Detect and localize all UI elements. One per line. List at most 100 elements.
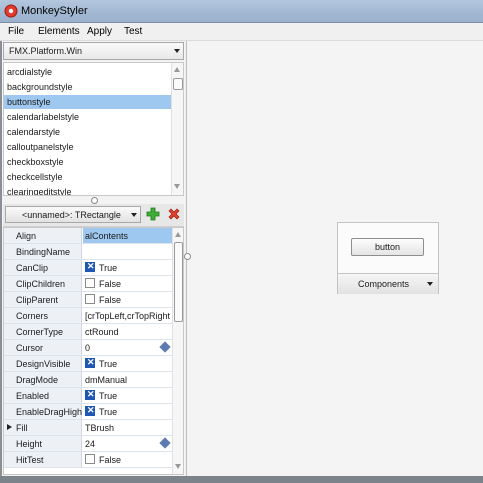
property-value[interactable]: 0 xyxy=(85,343,90,353)
menu-bar: File Elements Apply Test xyxy=(0,23,483,41)
components-dropdown-label: Components xyxy=(358,279,410,289)
style-list-scrollbar[interactable] xyxy=(171,63,183,195)
menu-elements[interactable]: Elements xyxy=(38,26,80,37)
scrollbar-thumb[interactable] xyxy=(173,78,183,90)
property-value[interactable]: ctRound xyxy=(85,327,119,337)
property-value: True xyxy=(99,359,118,369)
scroll-down-icon[interactable] xyxy=(174,184,180,189)
expand-arrow-icon[interactable] xyxy=(7,424,12,430)
property-row-cursor[interactable]: Cursor 0 xyxy=(4,340,172,356)
list-item-label: checkboxstyle xyxy=(7,157,64,167)
list-item[interactable]: checkcellstyle xyxy=(4,170,171,184)
list-item[interactable]: arcdialstyle xyxy=(4,65,171,79)
list-item[interactable]: clearingeditstyle xyxy=(4,185,171,195)
list-item[interactable]: calendarlabelstyle xyxy=(4,110,171,124)
style-list[interactable]: arcdialstyle backgroundstyle buttonstyle… xyxy=(3,62,184,196)
object-toolbar: <unnamed>: TRectangle xyxy=(3,204,184,227)
checkbox-checked[interactable] xyxy=(85,357,95,368)
splitter-handle[interactable] xyxy=(184,253,191,260)
property-row-designvisible[interactable]: DesignVisible True xyxy=(4,356,172,372)
platform-select-value: FMX.Platform.Win xyxy=(9,46,83,56)
property-row-dragmode[interactable]: DragMode dmManual xyxy=(4,372,172,388)
value-stepper-icon[interactable] xyxy=(159,437,171,449)
property-name: EnableDragHigh xyxy=(16,407,83,417)
property-value: True xyxy=(99,407,118,417)
property-value: False xyxy=(99,279,122,289)
object-select[interactable]: <unnamed>: TRectangle xyxy=(5,206,141,223)
chevron-down-icon xyxy=(174,49,180,53)
property-value[interactable]: TBrush xyxy=(85,423,114,433)
property-name: Align xyxy=(16,231,37,241)
property-row-canclip[interactable]: CanClip True xyxy=(4,260,172,276)
property-row-corners[interactable]: Corners [crTopLeft,crTopRight xyxy=(4,308,172,324)
checkbox-unchecked[interactable] xyxy=(85,454,95,464)
scroll-down-icon[interactable] xyxy=(175,464,181,469)
list-item-label: checkcellstyle xyxy=(7,172,63,182)
preview-button[interactable]: button xyxy=(351,238,424,256)
property-value: True xyxy=(99,391,118,401)
scroll-up-icon[interactable] xyxy=(174,67,180,72)
property-name: CornerType xyxy=(16,327,64,337)
property-inspector: Align alContents BindingName CanClip Tru… xyxy=(3,227,184,475)
components-dropdown[interactable]: Components xyxy=(338,273,438,294)
checkbox-checked[interactable] xyxy=(85,261,95,272)
property-value: True xyxy=(99,263,118,273)
menu-file[interactable]: File xyxy=(8,26,24,37)
property-value: False xyxy=(99,455,122,465)
checkbox-checked[interactable] xyxy=(85,405,95,416)
property-row-cornertype[interactable]: CornerType ctRound xyxy=(4,324,172,340)
property-row-fill[interactable]: Fill TBrush xyxy=(4,420,172,436)
chevron-down-icon xyxy=(131,213,137,217)
property-name: HitTest xyxy=(16,455,44,465)
property-row-height[interactable]: Height 24 xyxy=(4,436,172,452)
property-row-clipchildren[interactable]: ClipChildren False xyxy=(4,276,172,292)
list-item-label: calendarstyle xyxy=(7,127,61,137)
list-item-label: calendarlabelstyle xyxy=(7,112,80,122)
checkbox-unchecked[interactable] xyxy=(85,294,95,304)
delete-icon[interactable] xyxy=(167,207,181,221)
add-icon[interactable] xyxy=(146,207,160,221)
property-value[interactable]: [crTopLeft,crTopRight xyxy=(85,311,170,321)
object-select-value: <unnamed>: TRectangle xyxy=(22,210,121,220)
scroll-up-icon[interactable] xyxy=(175,232,181,237)
inspector-scrollbar[interactable] xyxy=(172,228,183,474)
checkbox-unchecked[interactable] xyxy=(85,278,95,288)
property-value[interactable]: 24 xyxy=(85,439,95,449)
property-row-align[interactable]: Align alContents xyxy=(4,228,172,244)
list-item[interactable]: calloutpanelstyle xyxy=(4,140,171,154)
menu-test[interactable]: Test xyxy=(124,26,142,37)
list-item-selected[interactable]: buttonstyle xyxy=(4,95,171,109)
checkbox-checked[interactable] xyxy=(85,389,95,400)
list-item[interactable]: backgroundstyle xyxy=(4,80,171,94)
splitter-handle[interactable] xyxy=(91,197,98,204)
property-value[interactable]: alContents xyxy=(85,231,128,241)
menu-apply[interactable]: Apply xyxy=(87,26,112,37)
chevron-down-icon xyxy=(427,282,433,286)
scrollbar-thumb[interactable] xyxy=(174,242,183,322)
property-name: DesignVisible xyxy=(16,359,71,369)
platform-select[interactable]: FMX.Platform.Win xyxy=(3,42,184,60)
property-name: Enabled xyxy=(16,391,50,401)
list-item-label: calloutpanelstyle xyxy=(7,142,74,152)
property-row-clipparent[interactable]: ClipParent False xyxy=(4,292,172,308)
value-stepper-icon[interactable] xyxy=(159,341,171,353)
property-row-enabledraghighlight[interactable]: EnableDragHigh True xyxy=(4,404,172,420)
property-name: ClipParent xyxy=(16,295,59,305)
style-preview-panel: button Components xyxy=(337,222,439,294)
title-bar: MonkeyStyler xyxy=(0,0,483,23)
property-value[interactable]: dmManual xyxy=(85,375,127,385)
property-row-bindingname[interactable]: BindingName xyxy=(4,244,172,260)
window-title: MonkeyStyler xyxy=(21,5,88,17)
list-item[interactable]: calendarstyle xyxy=(4,125,171,139)
property-name: CanClip xyxy=(16,263,49,273)
property-name: Cursor xyxy=(16,343,44,353)
list-item[interactable]: checkboxstyle xyxy=(4,155,171,169)
property-row-hittest[interactable]: HitTest False xyxy=(4,452,172,468)
window-bottom-border xyxy=(0,476,483,483)
list-item-label: buttonstyle xyxy=(7,97,51,107)
property-value: False xyxy=(99,295,122,305)
property-row-enabled[interactable]: Enabled True xyxy=(4,388,172,404)
property-name: BindingName xyxy=(16,247,71,257)
list-item-label: arcdialstyle xyxy=(7,67,53,77)
list-item-label: backgroundstyle xyxy=(7,82,73,92)
